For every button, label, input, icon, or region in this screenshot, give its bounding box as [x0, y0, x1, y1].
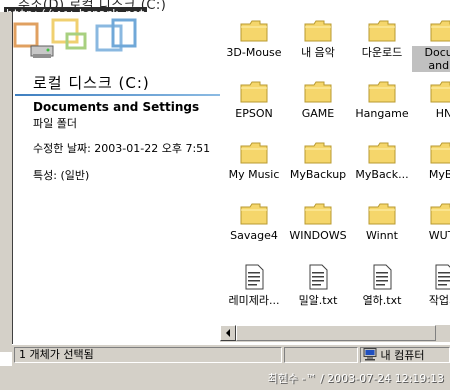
status-bar: 1 개체가 선택됨 내 컴퓨터 — [12, 344, 450, 367]
text-file-icon — [435, 264, 450, 290]
text-file-icon — [309, 264, 328, 290]
horizontal-scrollbar[interactable] — [220, 325, 450, 342]
file-item-label: GAME — [301, 107, 335, 120]
folder-icon — [368, 20, 396, 42]
file-item[interactable]: EPSON — [222, 81, 286, 120]
folder-icon — [304, 142, 332, 164]
text-file-icon — [373, 264, 392, 290]
file-item[interactable]: MyBa — [412, 142, 450, 181]
file-item-label: EPSON — [235, 107, 273, 120]
file-item-label: 열하.txt — [362, 294, 402, 307]
selection-type: 파일 폴더 — [33, 117, 77, 130]
file-item-label: MyBa — [428, 168, 450, 181]
folder-icon — [430, 203, 450, 225]
folder-icon — [368, 81, 396, 103]
selection-name: Documents and Settings — [33, 100, 200, 114]
status-blank — [284, 347, 358, 363]
file-item-label: 내 음악 — [301, 46, 335, 59]
file-item[interactable]: MyBackup — [286, 142, 350, 181]
file-item[interactable]: Documand S — [412, 20, 450, 72]
file-item[interactable]: 레미제라... — [222, 264, 286, 307]
footer-credit: 최현수 -™ / 2003-07-24 12:19:13 — [267, 372, 444, 385]
file-item[interactable]: Savage4 — [222, 203, 286, 242]
arrow-left-icon — [226, 329, 230, 337]
folder-icon — [304, 81, 332, 103]
file-item[interactable]: Hangame — [350, 81, 414, 120]
folder-icon — [430, 142, 450, 164]
file-item-label: 작업기 — [428, 294, 450, 307]
file-item[interactable]: 다운로드 — [350, 20, 414, 59]
folder-icon — [304, 203, 332, 225]
file-item[interactable]: 열하.txt — [350, 264, 414, 307]
file-item-label: 레미제라... — [228, 294, 280, 307]
info-pane: 로컬 디스크 (C:) Documents and Settings 파일 폴더… — [13, 12, 220, 342]
file-item[interactable]: 밀알.txt — [286, 264, 350, 307]
file-item[interactable]: 작업기 — [412, 264, 450, 307]
scroll-left-button[interactable] — [220, 325, 236, 341]
file-list: 3D-Mouse 내 음악 다운로드 Documand S EPSON GAME Hanga… — [220, 12, 450, 342]
status-selection: 1 개체가 선택됨 — [14, 347, 282, 363]
file-item-label: MyBackup — [289, 168, 347, 181]
file-item[interactable]: WUTe — [412, 203, 450, 242]
folder-icon — [368, 203, 396, 225]
folder-icon — [240, 142, 268, 164]
title-divider — [15, 94, 220, 96]
footer-bar: 최현수 -™ / 2003-07-24 12:19:13 — [0, 366, 450, 390]
file-item-label: 밀알.txt — [298, 294, 338, 307]
status-location: 내 컴퓨터 — [360, 347, 450, 363]
window-left-frame — [0, 12, 13, 352]
file-item-label: 다운로드 — [361, 46, 403, 59]
my-computer-icon — [363, 348, 377, 361]
file-item-label: HN — [435, 107, 450, 120]
file-item-label: Hangame — [355, 107, 409, 120]
file-item-label: Documand S — [412, 46, 450, 72]
file-item-label: WUTe — [428, 229, 450, 242]
status-location-label: 내 컴퓨터 — [380, 349, 425, 362]
drive-banner-icon — [13, 18, 137, 58]
folder-icon — [240, 203, 268, 225]
file-item[interactable]: Winnt — [350, 203, 414, 242]
folder-icon — [240, 81, 268, 103]
folder-icon — [430, 81, 450, 103]
folder-icon — [368, 142, 396, 164]
file-item-label: My Music — [228, 168, 280, 181]
file-item-label: Winnt — [366, 229, 398, 242]
folder-icon — [304, 20, 332, 42]
file-item-label: MyBack... — [355, 168, 409, 181]
drive-title: 로컬 디스크 (C:) — [33, 74, 150, 92]
file-item[interactable]: WINDOWS — [286, 203, 350, 242]
selection-modified-date: 수정한 날짜: 2003-01-22 오후 7:51 — [33, 142, 211, 155]
file-item[interactable]: My Music — [222, 142, 286, 181]
file-item-label: Savage4 — [230, 229, 278, 242]
file-item-label: WINDOWS — [289, 229, 347, 242]
file-item[interactable]: GAME — [286, 81, 350, 120]
folder-icon — [240, 20, 268, 42]
file-item[interactable]: HN — [412, 81, 450, 120]
folder-icon — [430, 20, 450, 42]
scroll-thumb[interactable] — [236, 325, 436, 341]
selection-attributes: 특성: (일반) — [33, 169, 90, 182]
file-item[interactable]: MyBack... — [350, 142, 414, 181]
text-file-icon — [245, 264, 264, 290]
file-item[interactable]: 내 음악 — [286, 20, 350, 59]
file-item[interactable]: 3D-Mouse — [222, 20, 286, 59]
file-item-label: 3D-Mouse — [226, 46, 282, 59]
